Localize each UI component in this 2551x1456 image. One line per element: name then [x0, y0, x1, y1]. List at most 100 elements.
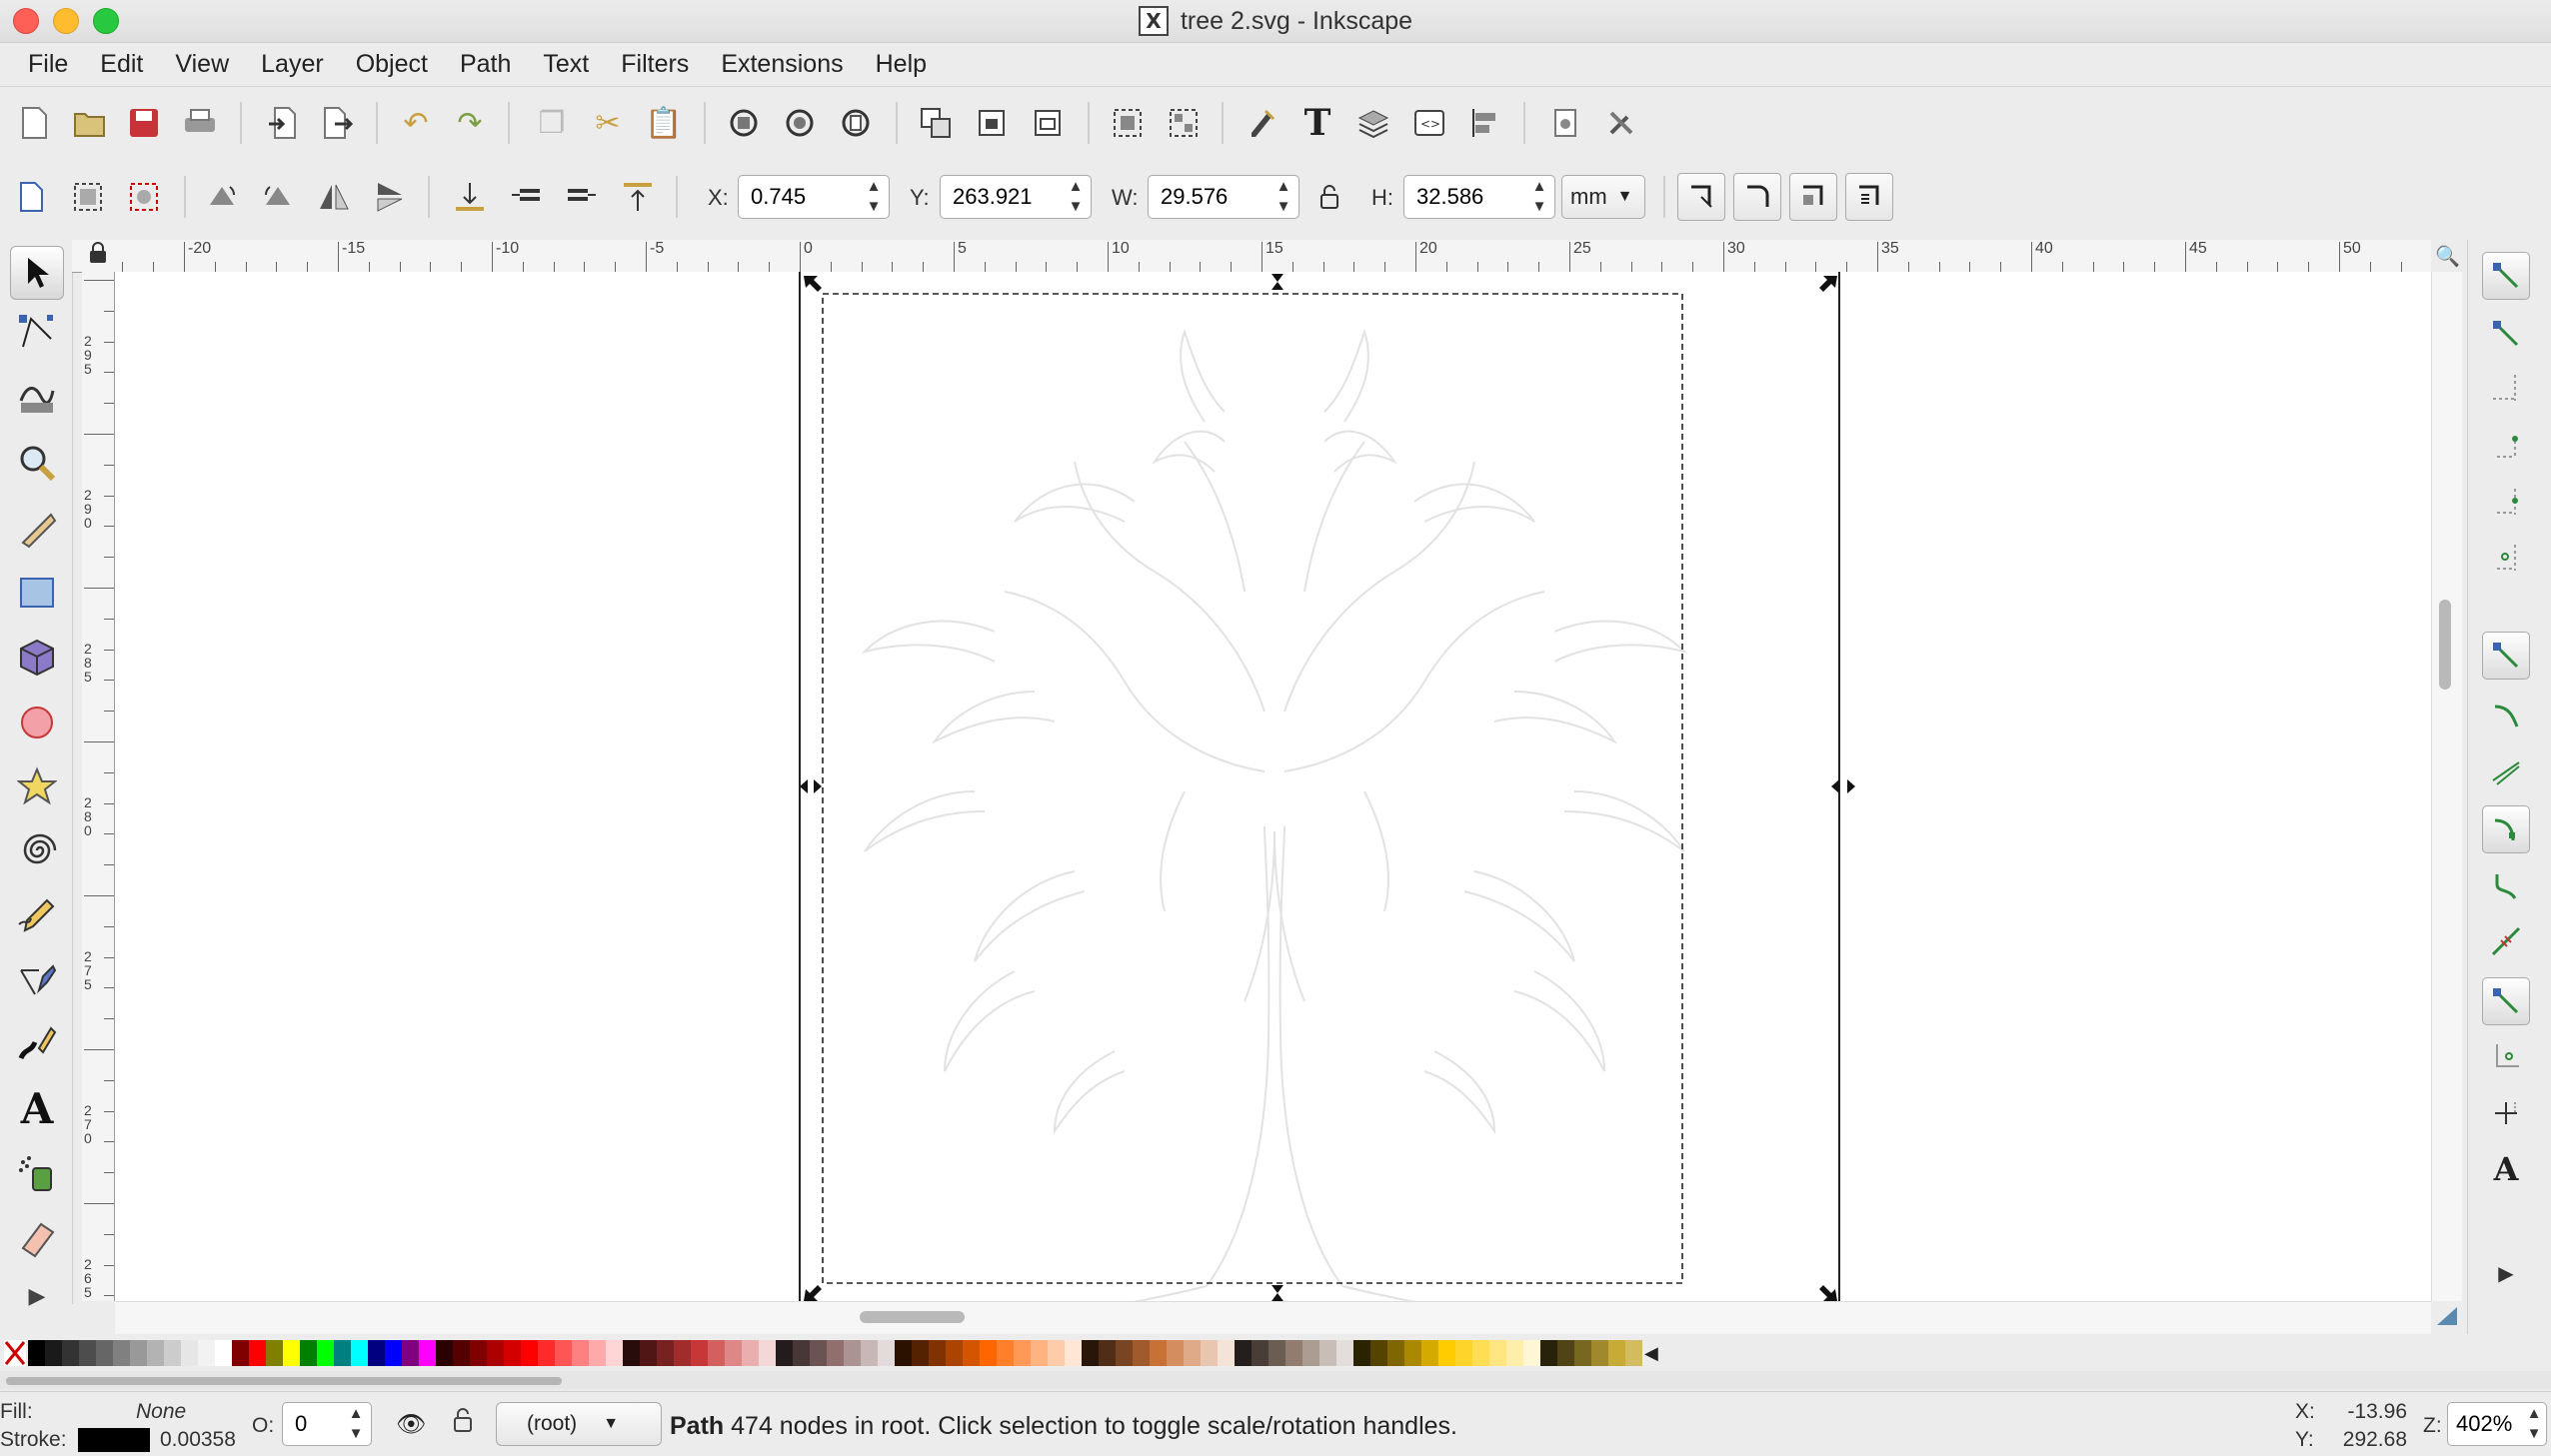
node-tool-icon[interactable] — [10, 306, 64, 360]
snap-paths-icon[interactable] — [2482, 692, 2530, 739]
snap-bbox-icon[interactable] — [2482, 310, 2530, 358]
pencil-tool-icon[interactable] — [10, 887, 64, 941]
spiral-tool-icon[interactable] — [10, 823, 64, 877]
palette-swatch[interactable] — [980, 1340, 997, 1366]
palette-swatch[interactable] — [62, 1340, 79, 1366]
palette-swatch[interactable] — [1133, 1340, 1150, 1366]
snap-cusp-nodes-icon[interactable] — [2482, 805, 2530, 853]
palette-swatch[interactable] — [878, 1340, 895, 1366]
layer-visibility-icon[interactable]: 👁 — [396, 1410, 426, 1439]
rotate-cw-icon[interactable] — [256, 175, 300, 219]
transform-gradients-toggle[interactable] — [1789, 173, 1837, 221]
menu-object[interactable]: Object — [340, 50, 444, 79]
palette-swatch[interactable] — [1302, 1340, 1319, 1366]
palette-swatch[interactable] — [589, 1340, 606, 1366]
palette-swatch[interactable] — [742, 1340, 759, 1366]
fill-stroke-icon[interactable] — [1240, 101, 1283, 145]
y-spinner[interactable]: ▲ ▼ — [1065, 178, 1087, 216]
h-spinner[interactable]: ▲ ▼ — [1528, 178, 1550, 216]
w-field[interactable]: ▲▼ — [1148, 175, 1299, 219]
layers-icon[interactable] — [1351, 101, 1395, 145]
import-icon[interactable] — [262, 101, 306, 145]
menu-view[interactable]: View — [159, 50, 245, 79]
snapbar-overflow-icon[interactable]: ▶ — [2482, 1249, 2530, 1297]
palette-swatch[interactable] — [1269, 1340, 1285, 1366]
palette-swatch[interactable] — [198, 1340, 215, 1366]
palette-swatch[interactable] — [385, 1340, 402, 1366]
palette-swatch[interactable] — [1285, 1340, 1302, 1366]
palette-swatch[interactable] — [1218, 1340, 1235, 1366]
open-document-icon[interactable] — [68, 101, 112, 145]
cut-icon[interactable]: ✂ — [586, 101, 630, 145]
palette-swatch[interactable] — [691, 1340, 708, 1366]
copy-icon[interactable]: ❐ — [530, 101, 574, 145]
x-spinner[interactable]: ▲ ▼ — [863, 178, 885, 216]
redo-icon[interactable]: ↷ — [448, 101, 492, 145]
text-font-icon[interactable]: T — [1295, 101, 1339, 145]
palette-swatch[interactable] — [827, 1340, 844, 1366]
palette-swatch[interactable] — [776, 1340, 793, 1366]
palette-swatch[interactable] — [1523, 1340, 1540, 1366]
print-icon[interactable] — [178, 101, 222, 145]
palette-swatch[interactable] — [1506, 1340, 1523, 1366]
rotate-ccw-icon[interactable] — [200, 175, 244, 219]
x-field[interactable]: ▲▼ — [738, 175, 890, 219]
3d-box-tool-icon[interactable] — [10, 630, 64, 684]
opacity-field[interactable]: ▲▼ — [282, 1402, 372, 1446]
snap-text-baseline-icon[interactable]: A — [2482, 1145, 2530, 1193]
palette-swatch[interactable] — [861, 1340, 878, 1366]
palette-swatch[interactable] — [147, 1340, 164, 1366]
stroke-width-value[interactable]: 0.00358 — [160, 1428, 236, 1452]
palette-swatch[interactable] — [232, 1340, 249, 1366]
palette-swatch[interactable] — [283, 1340, 300, 1366]
palette-swatch[interactable] — [130, 1340, 147, 1366]
horizontal-scroll-thumb[interactable] — [860, 1311, 965, 1323]
palette-swatch[interactable] — [657, 1340, 674, 1366]
vertical-scroll-thumb[interactable] — [2439, 600, 2451, 690]
opacity-spinner[interactable]: ▲ ▼ — [345, 1405, 367, 1443]
palette-swatch[interactable] — [368, 1340, 385, 1366]
palette-swatch[interactable] — [1540, 1340, 1557, 1366]
snap-rotation-center-icon[interactable] — [2482, 1089, 2530, 1137]
ungroup-icon[interactable] — [1162, 101, 1206, 145]
vertical-scrollbar[interactable] — [2431, 272, 2462, 1301]
flip-vertical-icon[interactable] — [368, 175, 412, 219]
palette-swatch[interactable] — [1608, 1340, 1625, 1366]
palette-swatch[interactable] — [1099, 1340, 1116, 1366]
zoom-corner-icon[interactable]: 🔍 — [2435, 244, 2460, 269]
palette-swatch[interactable] — [45, 1340, 62, 1366]
palette-swatch[interactable] — [929, 1340, 946, 1366]
palette-swatch[interactable] — [674, 1340, 691, 1366]
snap-enable-icon[interactable] — [2482, 252, 2530, 300]
horizontal-ruler[interactable]: -20 -15 -10 -5 0 5 10 15 20 25 30 35 40 45 50 — [72, 240, 2431, 273]
stroke-color-swatch[interactable] — [78, 1428, 150, 1452]
lower-icon[interactable] — [504, 175, 548, 219]
palette-swatch[interactable] — [1489, 1340, 1506, 1366]
menu-edit[interactable]: Edit — [84, 50, 159, 79]
palette-swatch[interactable] — [300, 1340, 317, 1366]
rectangle-tool-icon[interactable] — [10, 566, 64, 620]
palette-swatch[interactable] — [164, 1340, 181, 1366]
select-all-icon[interactable] — [10, 175, 54, 219]
palette-swatch[interactable] — [1557, 1340, 1574, 1366]
toolbox-overflow-icon[interactable]: ▶ — [10, 1269, 64, 1323]
palette-swatch[interactable] — [317, 1340, 334, 1366]
palette-swatch[interactable] — [606, 1340, 623, 1366]
palette-swatch[interactable] — [1235, 1340, 1252, 1366]
palette-swatch[interactable] — [1353, 1340, 1370, 1366]
pen-tool-icon[interactable] — [10, 953, 64, 1007]
tweak-tool-icon[interactable] — [10, 370, 64, 424]
palette-swatch[interactable] — [1031, 1340, 1048, 1366]
palette-swatch[interactable] — [725, 1340, 742, 1366]
menu-text[interactable]: Text — [527, 50, 605, 79]
palette-swatch[interactable] — [946, 1340, 963, 1366]
palette-swatch[interactable] — [470, 1340, 487, 1366]
palette-swatch[interactable] — [759, 1340, 776, 1366]
lock-proportions-icon[interactable] — [1307, 175, 1351, 219]
align-distribute-icon[interactable] — [1463, 101, 1507, 145]
snap-bbox-centers-icon[interactable] — [2482, 534, 2530, 582]
snap-bbox-corners-icon[interactable] — [2482, 422, 2530, 470]
palette-swatch[interactable] — [181, 1340, 198, 1366]
vertical-ruler[interactable]: 295 290 285 280 275 270 265 — [82, 272, 115, 1301]
current-layer-select[interactable]: (root) ▼ — [496, 1402, 662, 1446]
